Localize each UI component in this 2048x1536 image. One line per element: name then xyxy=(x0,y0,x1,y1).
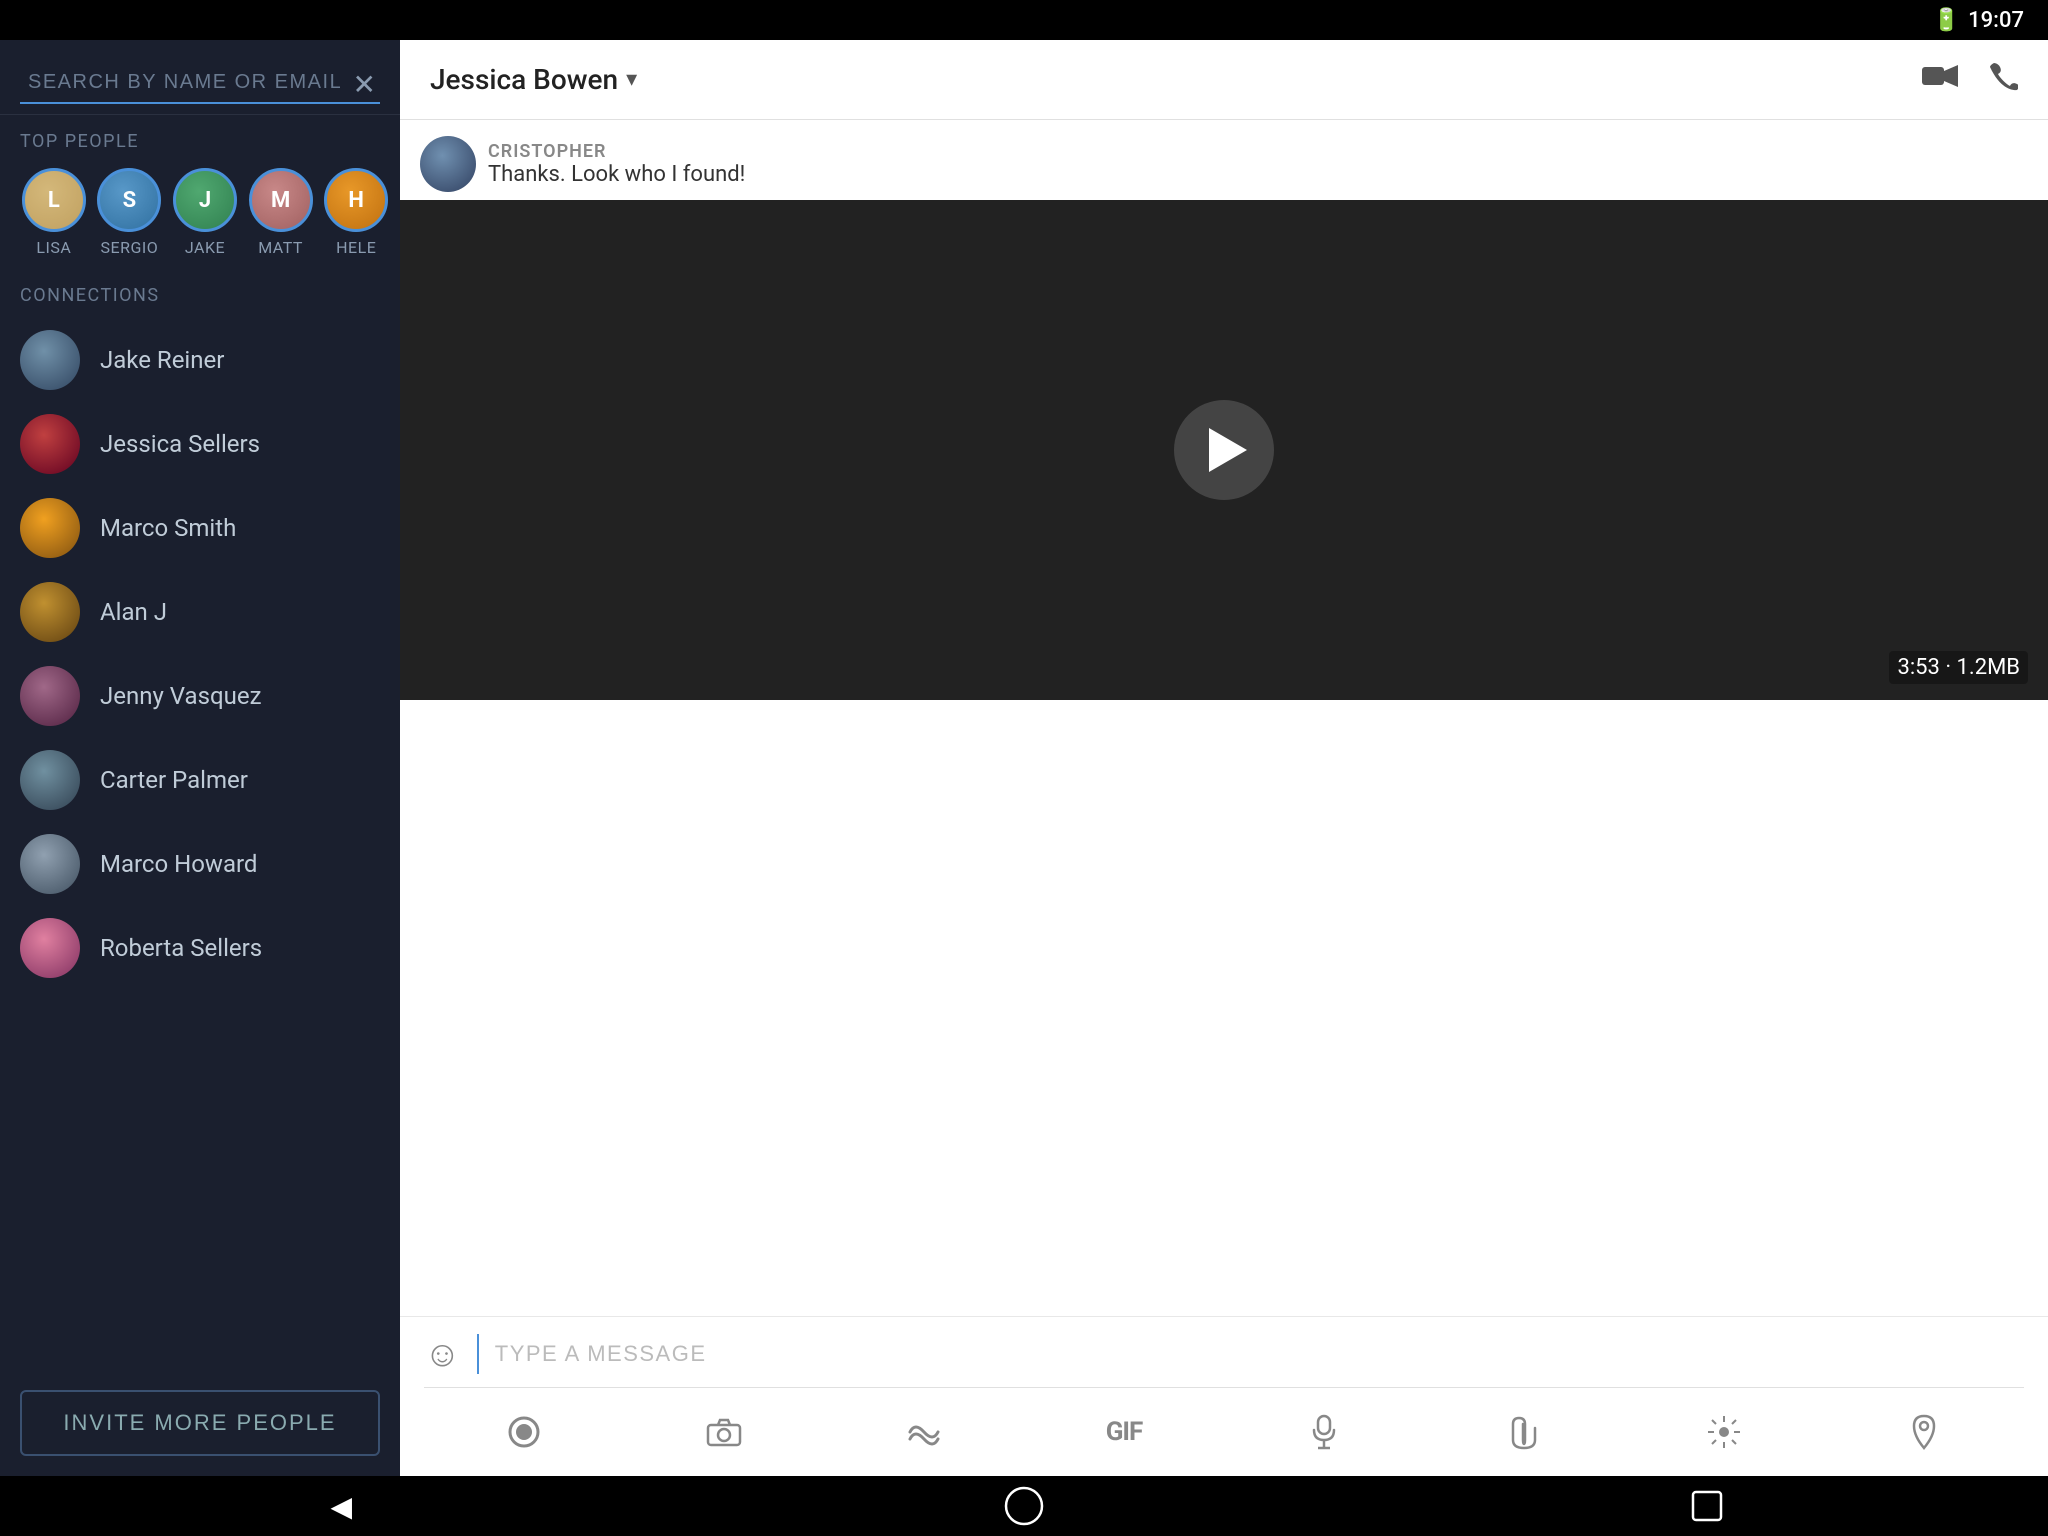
chat-title: Jessica Bowen xyxy=(430,63,618,96)
phone-call-icon[interactable] xyxy=(1988,61,2018,99)
top-person-avatar: S xyxy=(97,168,161,232)
top-person-avatar: L xyxy=(22,168,86,232)
connection-avatar xyxy=(20,498,80,558)
chat-input-area: ☺ xyxy=(400,1316,2048,1476)
home-button[interactable] xyxy=(984,1476,1064,1536)
chat-actions xyxy=(1922,61,2018,99)
connection-name: Roberta Sellers xyxy=(100,934,262,962)
sender-avatar xyxy=(420,136,476,192)
message-text: Thanks. Look who I found! xyxy=(488,162,745,187)
connection-avatar xyxy=(20,666,80,726)
connection-avatar xyxy=(20,330,80,390)
search-bar: ✕ xyxy=(0,40,400,115)
connection-item[interactable]: Carter Palmer xyxy=(0,738,400,822)
connection-item[interactable]: Marco Smith xyxy=(0,486,400,570)
chat-body: CRISTOPHER Thanks. Look who I found! xyxy=(400,120,2048,1316)
search-input[interactable] xyxy=(20,60,380,104)
top-person-item[interactable]: L LISA xyxy=(20,168,88,257)
top-person-item[interactable]: J JAKE xyxy=(171,168,239,257)
connection-item[interactable]: Jake Reiner xyxy=(0,318,400,402)
play-button[interactable] xyxy=(1174,400,1274,500)
connection-name: Marco Howard xyxy=(100,850,257,878)
connection-avatar xyxy=(20,834,80,894)
top-person-avatar: M xyxy=(249,168,313,232)
battery-icon: 🔋 xyxy=(1933,8,1960,33)
top-person-name: SERGIO xyxy=(101,238,159,257)
connection-item[interactable]: Marco Howard xyxy=(0,822,400,906)
connection-avatar xyxy=(20,750,80,810)
connection-item[interactable]: Alan J xyxy=(0,570,400,654)
right-panel: Jessica Bowen ▾ xyxy=(400,40,2048,1476)
chat-header: Jessica Bowen ▾ xyxy=(400,40,2048,120)
connection-name: Jenny Vasquez xyxy=(100,682,261,710)
top-person-name: LISA xyxy=(36,238,71,257)
message-header: CRISTOPHER Thanks. Look who I found! xyxy=(400,120,2048,200)
top-people-section: TOP PEOPLE L LISA S SERGIO J JAKE M MATT… xyxy=(0,115,400,267)
connection-item[interactable]: Jenny Vasquez xyxy=(0,654,400,738)
camera-icon[interactable] xyxy=(696,1404,752,1460)
top-person-name: HELE xyxy=(336,238,376,257)
chevron-down-icon[interactable]: ▾ xyxy=(626,67,637,92)
connections-label: CONNECTIONS xyxy=(0,277,400,318)
chat-title-area: Jessica Bowen ▾ xyxy=(430,63,637,96)
connection-item[interactable]: Jessica Sellers xyxy=(0,402,400,486)
top-person-avatar: J xyxy=(173,168,237,232)
invite-more-people-button[interactable]: INVITE MORE PEOPLE xyxy=(20,1390,380,1456)
status-bar: 🔋 19:07 xyxy=(0,0,2048,40)
video-meta: 3:53 · 1.2MB xyxy=(1889,651,2028,684)
top-person-item[interactable]: M MATT xyxy=(247,168,315,257)
connection-item[interactable]: Roberta Sellers xyxy=(0,906,400,990)
input-divider xyxy=(477,1334,479,1374)
emoji-icon[interactable]: ☺ xyxy=(424,1333,461,1375)
connection-avatar xyxy=(20,414,80,474)
toolbar-row: GIF xyxy=(424,1400,2024,1464)
main-layout: ✕ TOP PEOPLE L LISA S SERGIO J JAKE M MA… xyxy=(0,40,2048,1476)
top-person-avatar: H xyxy=(324,168,388,232)
message-input[interactable] xyxy=(495,1341,2024,1367)
back-button[interactable]: ◀ xyxy=(301,1476,381,1536)
connection-name: Jake Reiner xyxy=(100,346,224,374)
connections-list: Jake Reiner Jessica Sellers Marco Smith … xyxy=(0,318,400,990)
bottom-nav: ◀ xyxy=(0,1476,2048,1536)
top-person-name: MATT xyxy=(258,238,303,257)
top-person-name: JAKE xyxy=(185,238,225,257)
close-icon[interactable]: ✕ xyxy=(353,68,376,101)
status-time: 19:07 xyxy=(1968,8,2024,33)
top-person-item[interactable]: H HELE xyxy=(322,168,390,257)
connections-section: CONNECTIONS Jake Reiner Jessica Sellers … xyxy=(0,267,400,1380)
video-container[interactable]: 3:53 · 1.2MB xyxy=(400,200,2048,700)
connection-avatar xyxy=(20,918,80,978)
location-icon[interactable] xyxy=(1896,1404,1952,1460)
connection-name: Alan J xyxy=(100,598,167,626)
effects-icon[interactable] xyxy=(1696,1404,1752,1460)
video-call-icon[interactable] xyxy=(1922,62,1958,98)
sender-name: CRISTOPHER xyxy=(488,141,745,162)
top-person-item[interactable]: S SERGIO xyxy=(96,168,164,257)
microphone-icon[interactable] xyxy=(1296,1404,1352,1460)
top-people-list: L LISA S SERGIO J JAKE M MATT H HELE xyxy=(20,168,390,257)
connection-name: Carter Palmer xyxy=(100,766,248,794)
left-panel: ✕ TOP PEOPLE L LISA S SERGIO J JAKE M MA… xyxy=(0,40,400,1476)
top-people-label: TOP PEOPLE xyxy=(20,131,390,152)
input-row: ☺ xyxy=(424,1333,2024,1388)
sender-info: CRISTOPHER Thanks. Look who I found! xyxy=(488,141,745,187)
recent-apps-button[interactable] xyxy=(1667,1476,1747,1536)
connection-avatar xyxy=(20,582,80,642)
attachment-icon[interactable] xyxy=(1496,1404,1552,1460)
connection-name: Marco Smith xyxy=(100,514,236,542)
sticker-icon[interactable] xyxy=(896,1404,952,1460)
record-icon[interactable] xyxy=(496,1404,552,1460)
gif-icon[interactable]: GIF xyxy=(1096,1404,1152,1460)
connection-name: Jessica Sellers xyxy=(100,430,260,458)
